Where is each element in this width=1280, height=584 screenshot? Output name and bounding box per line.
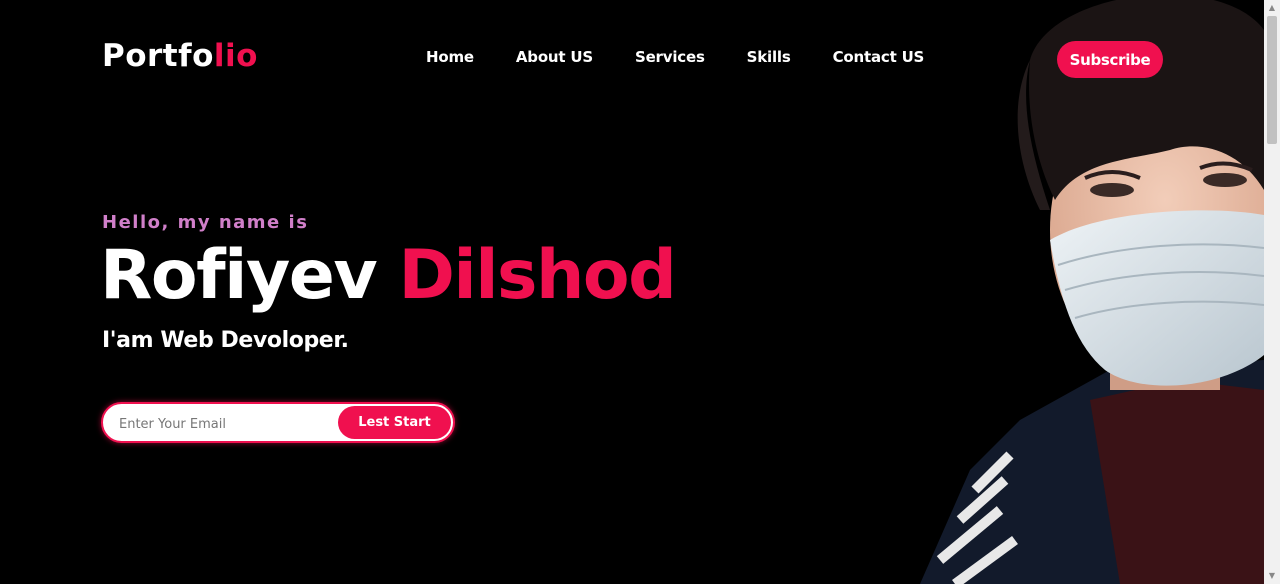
nav-services[interactable]: Services [635,48,705,66]
nav-skills[interactable]: Skills [747,48,791,66]
role-text: I'am Web Devoloper. [102,328,349,353]
hero-name: Rofiyev Dilshod [100,236,677,315]
start-button[interactable]: Lest Start [338,406,451,439]
triangle-up-icon[interactable]: ▲ [1264,0,1280,16]
logo-accent: lio [213,38,258,74]
portrait-photo [920,0,1264,584]
logo-main: Portfo [102,38,214,74]
page: Portfolio Home About US Services Skills … [0,0,1264,584]
nav-about-us[interactable]: About US [516,48,593,66]
triangle-down-icon[interactable]: ▼ [1264,568,1280,584]
nav-home[interactable]: Home [426,48,474,66]
subscribe-button[interactable]: Subscribe [1057,41,1163,78]
logo[interactable]: Portfolio [102,38,258,74]
vertical-scrollbar[interactable]: ▲ ▼ [1264,0,1280,584]
first-name: Rofiyev [100,236,378,315]
greeting-text: Hello, my name is [102,212,309,233]
email-input[interactable] [117,412,331,436]
email-signup-form: Lest Start [101,402,455,443]
last-name: Dilshod [398,236,676,315]
scrollbar-thumb[interactable] [1267,16,1277,144]
